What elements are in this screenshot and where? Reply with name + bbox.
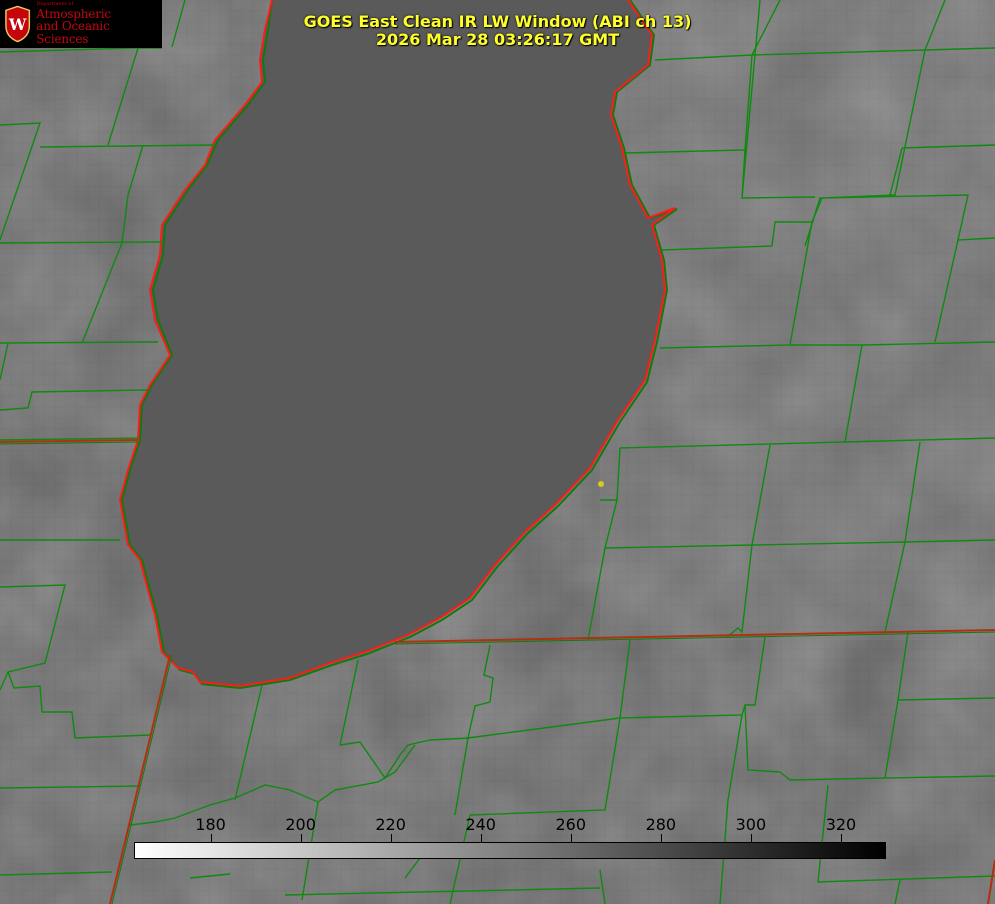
colorbar-tick (750, 834, 752, 842)
colorbar-tick (660, 834, 662, 842)
colorbar-tick (480, 834, 482, 842)
colorbar-tick-label: 180 (195, 815, 226, 834)
colorbar-tick-label: 320 (825, 815, 857, 834)
colorbar-tick (840, 834, 842, 842)
colorbar (134, 842, 886, 859)
satellite-image-viewer: W Department of Atmospheric and Oceanic … (0, 0, 995, 904)
image-title: GOES East Clean IR LW Window (ABI ch 13) (303, 12, 692, 31)
location-marker (598, 481, 604, 487)
ir-satellite-map (0, 0, 995, 904)
colorbar-tick-label: 200 (285, 815, 316, 834)
colorbar-tick (300, 834, 302, 842)
colorbar-tick-label: 300 (735, 815, 767, 834)
colorbar-tick (210, 834, 212, 842)
colorbar-tick-label: 240 (465, 815, 496, 834)
colorbar-tick-label: 280 (645, 815, 677, 834)
image-timestamp: 2026 Mar 28 03:26:17 GMT (375, 30, 620, 49)
colorbar-tick-label: 220 (375, 815, 406, 834)
colorbar-tick (390, 834, 392, 842)
colorbar-tick-label: 260 (555, 815, 587, 834)
colorbar-tick (570, 834, 572, 842)
